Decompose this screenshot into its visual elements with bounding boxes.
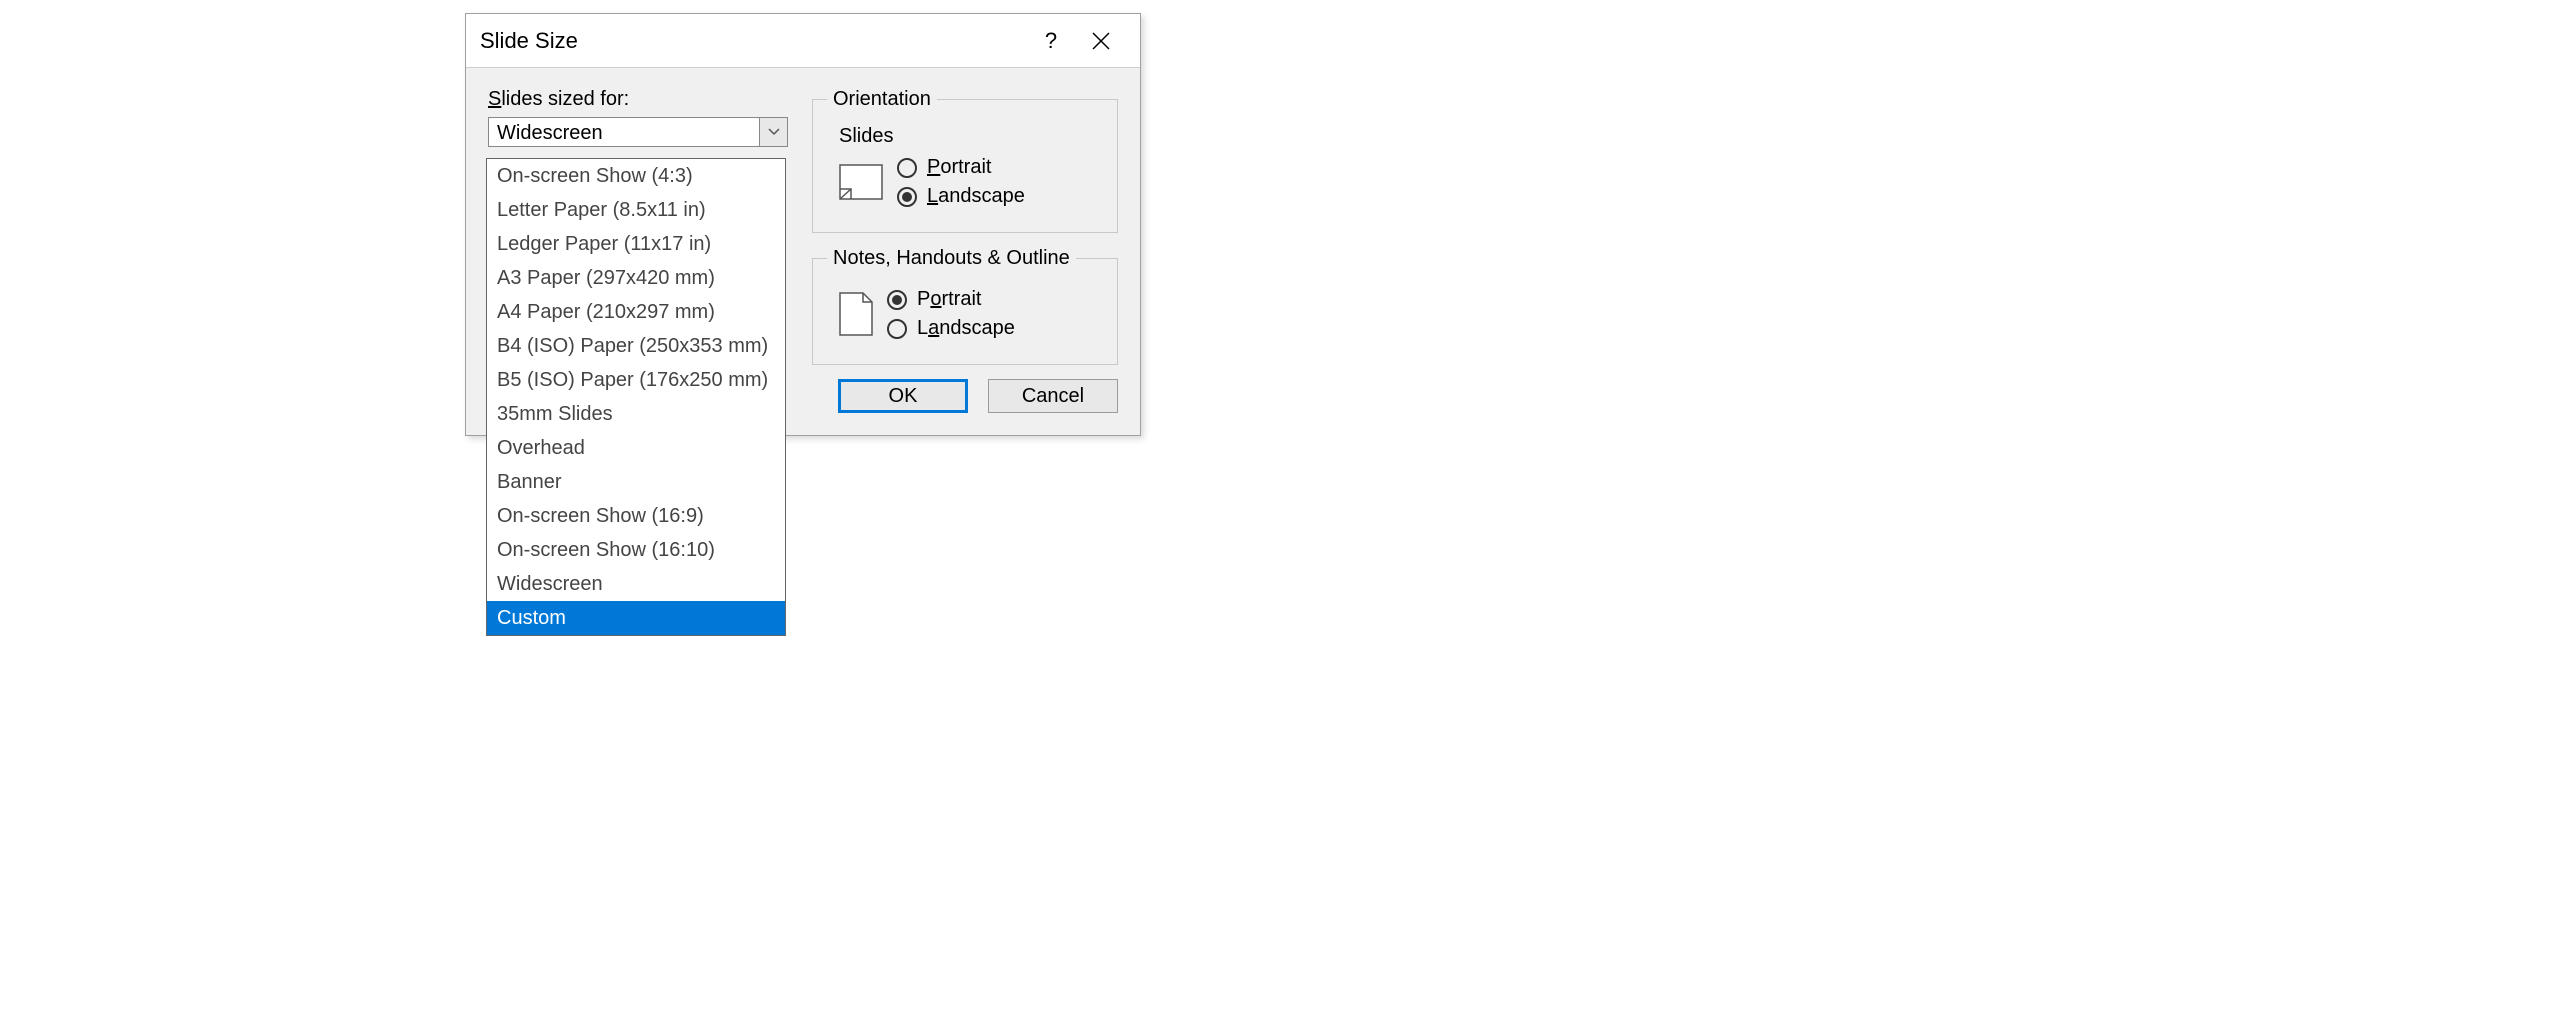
dropdown-option[interactable]: A3 Paper (297x420 mm) xyxy=(487,261,785,295)
slides-sized-for-dropdown[interactable]: On-screen Show (4:3)Letter Paper (8.5x11… xyxy=(486,158,786,636)
notes-portrait-radio[interactable]: Portrait xyxy=(887,288,1015,311)
slides-sized-for-combobox[interactable]: Widescreen xyxy=(488,117,788,147)
radio-label: Portrait xyxy=(917,288,981,311)
close-button[interactable] xyxy=(1076,31,1126,51)
radio-label: Landscape xyxy=(927,185,1025,208)
radio-icon xyxy=(897,187,917,207)
dropdown-option[interactable]: Ledger Paper (11x17 in) xyxy=(487,227,785,261)
dropdown-option[interactable]: Overhead xyxy=(487,431,785,465)
close-icon xyxy=(1091,31,1111,51)
portrait-page-icon xyxy=(839,292,873,336)
slide-size-dialog: Slide Size ? Slides sized for: Widescree… xyxy=(465,13,1141,436)
notes-legend: Notes, Handouts & Outline xyxy=(827,247,1076,270)
slides-sized-for-label: Slides sized for: xyxy=(488,88,788,111)
radio-label: Landscape xyxy=(917,317,1015,340)
ok-button[interactable]: OK xyxy=(838,379,968,413)
notes-landscape-radio[interactable]: Landscape xyxy=(887,317,1015,340)
radio-icon xyxy=(887,319,907,339)
slides-sublabel: Slides xyxy=(839,125,1103,148)
slides-landscape-radio[interactable]: Landscape xyxy=(897,185,1025,208)
dropdown-option[interactable]: On-screen Show (16:10) xyxy=(487,533,785,567)
orientation-fieldset: Orientation Slides Portrait xyxy=(812,88,1118,233)
dropdown-option[interactable]: B5 (ISO) Paper (176x250 mm) xyxy=(487,363,785,397)
dropdown-option[interactable]: Widescreen xyxy=(487,567,785,601)
dropdown-option[interactable]: On-screen Show (16:9) xyxy=(487,499,785,533)
notes-fieldset: Notes, Handouts & Outline Portrait xyxy=(812,247,1118,365)
dropdown-option[interactable]: On-screen Show (4:3) xyxy=(487,159,785,193)
titlebar: Slide Size ? xyxy=(466,14,1140,68)
landscape-page-icon xyxy=(839,164,883,200)
combobox-dropdown-button[interactable] xyxy=(759,118,787,146)
radio-icon xyxy=(887,290,907,310)
dialog-title: Slide Size xyxy=(480,28,1026,54)
slides-portrait-radio[interactable]: Portrait xyxy=(897,156,1025,179)
combobox-value: Widescreen xyxy=(489,118,759,146)
dropdown-option[interactable]: 35mm Slides xyxy=(487,397,785,431)
dropdown-option[interactable]: Letter Paper (8.5x11 in) xyxy=(487,193,785,227)
help-button[interactable]: ? xyxy=(1026,28,1076,54)
chevron-down-icon xyxy=(768,128,780,136)
orientation-legend: Orientation xyxy=(827,88,937,111)
dropdown-option[interactable]: A4 Paper (210x297 mm) xyxy=(487,295,785,329)
dropdown-option[interactable]: Custom xyxy=(487,601,785,635)
radio-icon xyxy=(897,158,917,178)
cancel-button[interactable]: Cancel xyxy=(988,379,1118,413)
radio-label: Portrait xyxy=(927,156,991,179)
dropdown-option[interactable]: B4 (ISO) Paper (250x353 mm) xyxy=(487,329,785,363)
dropdown-option[interactable]: Banner xyxy=(487,465,785,499)
